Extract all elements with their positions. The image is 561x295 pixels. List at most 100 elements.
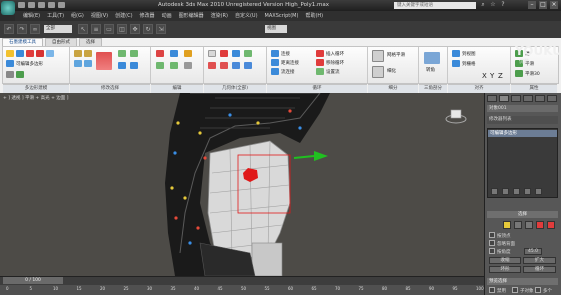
menu-help[interactable]: 帮助(H) bbox=[305, 11, 323, 21]
minimize-button[interactable]: – bbox=[528, 1, 536, 9]
redo-icon[interactable] bbox=[58, 2, 65, 8]
object-name-field[interactable]: 对象001 bbox=[487, 105, 558, 112]
region-select-icon[interactable]: ▭ bbox=[104, 24, 114, 34]
configure-sets-icon[interactable] bbox=[535, 188, 542, 195]
close-button[interactable]: × bbox=[550, 1, 558, 9]
attach-icon[interactable] bbox=[232, 50, 240, 57]
remove-loop-label[interactable]: 移除循环 bbox=[326, 60, 344, 66]
border-subobject-icon[interactable] bbox=[525, 221, 533, 229]
connect-icon[interactable] bbox=[271, 50, 279, 57]
ignore-backfacing-checkbox[interactable]: 忽略背面 bbox=[489, 240, 519, 247]
edge-subobject-icon[interactable] bbox=[514, 221, 522, 229]
open-file-icon[interactable] bbox=[28, 2, 35, 8]
ring-icon[interactable] bbox=[84, 60, 92, 67]
select-link-icon[interactable]: ∞ bbox=[30, 24, 40, 34]
element-subobject-icon[interactable] bbox=[547, 221, 555, 229]
shrink-icon[interactable] bbox=[84, 50, 92, 57]
loop-icon[interactable] bbox=[74, 60, 82, 67]
tessellate-label[interactable]: 细化 bbox=[387, 68, 396, 74]
select-object-icon[interactable]: ↖ bbox=[78, 24, 88, 34]
polygon-subobject-icon[interactable] bbox=[536, 221, 544, 229]
create-icon[interactable] bbox=[220, 50, 228, 57]
remove-loop-icon[interactable] bbox=[316, 59, 324, 66]
smooth30-label[interactable]: 平滑30 bbox=[525, 71, 540, 77]
align-z-button[interactable]: Z bbox=[498, 72, 503, 80]
help-icon[interactable]: ? bbox=[500, 2, 506, 8]
align-to-grid-icon[interactable] bbox=[452, 60, 460, 67]
scale-icon[interactable]: ⇲ bbox=[156, 24, 166, 34]
align-y-button[interactable]: Y bbox=[490, 72, 494, 80]
quick-loop-icon[interactable] bbox=[170, 50, 178, 57]
nurms-icon[interactable] bbox=[184, 50, 192, 57]
align-to-grid-label[interactable]: 到栅格 bbox=[462, 61, 476, 67]
meshsmooth-label[interactable]: 网格平滑 bbox=[387, 52, 405, 58]
menu-create[interactable]: 创建(C) bbox=[115, 11, 132, 21]
menu-edit[interactable]: 编辑(E) bbox=[23, 11, 40, 21]
polygon-mode-icon[interactable] bbox=[36, 50, 44, 57]
time-slider[interactable]: 0 / 100 bbox=[3, 277, 63, 284]
border-mode-icon[interactable] bbox=[26, 50, 34, 57]
maximize-button[interactable]: □ bbox=[539, 1, 547, 9]
show-end-result-icon[interactable] bbox=[16, 71, 24, 78]
collapse-icon[interactable] bbox=[208, 62, 216, 69]
save-icon[interactable] bbox=[38, 2, 45, 8]
grow-button[interactable]: 扩大 bbox=[523, 257, 556, 264]
perspective-viewport[interactable] bbox=[0, 93, 484, 276]
by-vertex-checkbox[interactable]: 按顶点 bbox=[489, 232, 519, 239]
vertex-mode-icon[interactable] bbox=[6, 50, 14, 57]
binoculars-icon[interactable]: ⌕ bbox=[480, 2, 486, 8]
tessellate-icon[interactable] bbox=[372, 66, 384, 78]
stack-item-editable-poly[interactable]: 可编辑多边形 bbox=[488, 130, 557, 137]
tab-freeform[interactable]: 自由形式 bbox=[45, 38, 77, 46]
edge-mode-icon[interactable] bbox=[16, 50, 24, 57]
meshsmooth-icon[interactable] bbox=[372, 50, 384, 62]
flow-connect-label[interactable]: 流连接 bbox=[281, 69, 295, 75]
angle-spinner[interactable]: 45.0 bbox=[524, 248, 542, 255]
swift-loop-icon[interactable] bbox=[156, 62, 164, 69]
slice-plane-icon[interactable] bbox=[244, 62, 252, 69]
viewport-label[interactable]: + ] 透视 ] 平滑 + 高光 + 边面 ] bbox=[3, 95, 68, 101]
select-similar-icon[interactable] bbox=[96, 52, 112, 70]
menu-views[interactable]: 视图(V) bbox=[91, 11, 108, 21]
menu-group[interactable]: 组(G) bbox=[71, 11, 84, 21]
set-flow-loop-icon[interactable] bbox=[316, 68, 324, 75]
insert-loop-icon[interactable] bbox=[316, 50, 324, 57]
align-to-view-label[interactable]: 到视图 bbox=[462, 51, 476, 57]
make-unique-icon[interactable] bbox=[513, 188, 520, 195]
detach-icon[interactable] bbox=[244, 50, 252, 57]
flow-connect-icon[interactable] bbox=[271, 68, 279, 75]
shrink-button[interactable]: 收缩 bbox=[489, 257, 521, 264]
paint-connect-icon[interactable] bbox=[170, 62, 178, 69]
move-icon[interactable]: ✥ bbox=[130, 24, 140, 34]
tab-graphite-modeling[interactable]: 石墨建模工具 bbox=[2, 38, 43, 46]
pin-stack-icon[interactable] bbox=[491, 188, 498, 195]
new-file-icon[interactable] bbox=[18, 2, 25, 8]
menu-graph-editors[interactable]: 图形编辑器 bbox=[179, 11, 204, 21]
undo-button[interactable]: ↶ bbox=[4, 24, 14, 34]
ring-button[interactable]: 环形 bbox=[489, 266, 521, 273]
rotate-icon[interactable]: ↻ bbox=[143, 24, 153, 34]
tab-selection[interactable]: 选择 bbox=[79, 38, 102, 46]
insert-loop-label[interactable]: 插入循环 bbox=[326, 51, 344, 57]
set-flow-label[interactable]: 设置流 bbox=[326, 69, 340, 75]
align-x-button[interactable]: X bbox=[482, 72, 487, 80]
app-logo-icon[interactable] bbox=[1, 1, 15, 15]
display-tab-icon[interactable] bbox=[535, 95, 545, 102]
viewcube-icon[interactable] bbox=[445, 108, 467, 124]
modify-tab-icon[interactable] bbox=[499, 95, 509, 102]
modifier-list-dropdown[interactable]: 修改器列表 bbox=[487, 116, 558, 124]
menu-customize[interactable]: 自定义(U) bbox=[235, 11, 258, 21]
utilities-tab-icon[interactable] bbox=[547, 95, 557, 102]
menu-rendering[interactable]: 渲染(R) bbox=[211, 11, 228, 21]
reference-coordinate-dropdown[interactable]: 视图 bbox=[265, 25, 287, 33]
vertex-subobject-icon[interactable] bbox=[503, 221, 511, 229]
remove-modifier-icon[interactable] bbox=[524, 188, 531, 195]
grow-loop-icon[interactable] bbox=[118, 50, 126, 57]
menu-modifiers[interactable]: 修改器 bbox=[140, 11, 155, 21]
show-end-result-toggle-icon[interactable] bbox=[502, 188, 509, 195]
connect-label[interactable]: 连接 bbox=[281, 51, 290, 57]
modify-mode-icon[interactable] bbox=[6, 60, 14, 67]
menu-maxscript[interactable]: MAXScript(M) bbox=[265, 11, 299, 21]
star-icon[interactable]: ☆ bbox=[490, 2, 496, 8]
set-flow-icon[interactable] bbox=[184, 62, 192, 69]
